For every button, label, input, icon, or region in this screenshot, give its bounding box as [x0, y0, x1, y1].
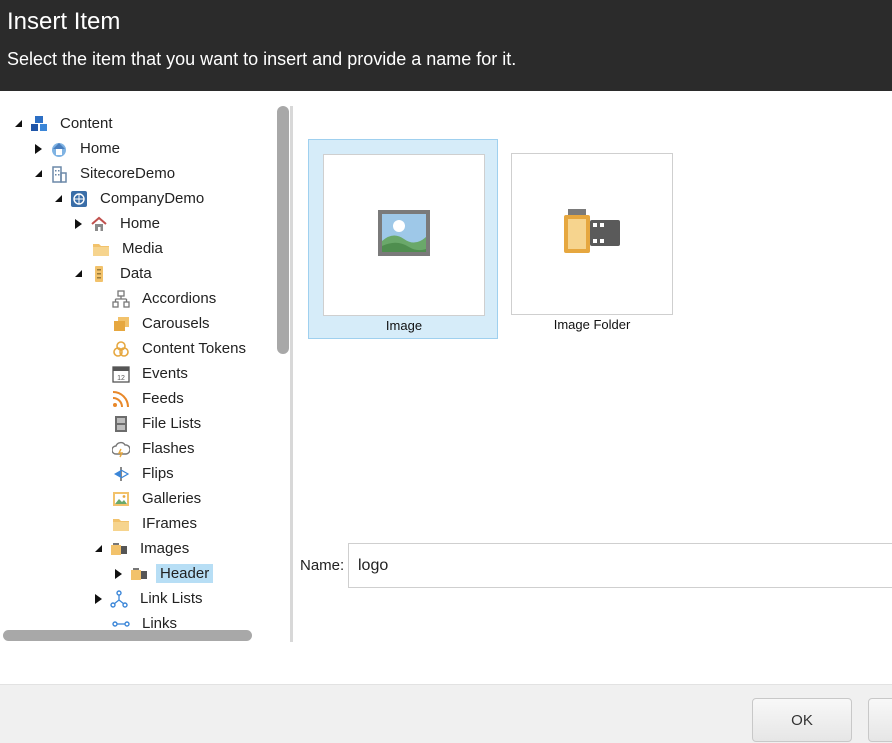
tree-item-accordions[interactable]: Accordions — [112, 286, 220, 311]
tree-item-label: Home — [120, 215, 161, 232]
dialog-title: Insert Item — [7, 8, 121, 35]
folder-icon — [92, 240, 110, 258]
tree-item-data[interactable]: Data — [72, 261, 156, 286]
tree-item-label: Home — [80, 140, 121, 157]
tree-item-label: Carousels — [142, 315, 210, 332]
tree-item-label: Feeds — [142, 390, 184, 407]
tree-item-label: Media — [122, 240, 163, 257]
tree-item-label: Images — [140, 540, 190, 557]
cancel-button[interactable] — [868, 698, 892, 742]
tree-horizontal-scrollbar[interactable] — [3, 630, 252, 641]
tree-item-label: SitecoreDemo — [80, 165, 176, 182]
tree-item-label: Flips — [142, 465, 174, 482]
tree-item-content[interactable]: Content — [12, 111, 117, 136]
expanded-arrow-icon[interactable] — [12, 118, 24, 130]
hierarchy-icon — [112, 289, 130, 308]
template-thumbnail — [511, 153, 673, 315]
template-label: Image Folder — [553, 317, 631, 332]
tree-item-home[interactable]: Home — [32, 136, 124, 161]
tree-item-home-sub[interactable]: Home — [72, 211, 164, 236]
tree-item-feeds[interactable]: Feeds — [112, 386, 188, 411]
tree-item-carousels[interactable]: Carousels — [112, 311, 214, 336]
image-icon — [377, 209, 431, 262]
tree-item-content-tokens[interactable]: Content Tokens — [112, 336, 250, 361]
tree-item-link-lists[interactable]: Link Lists — [92, 586, 207, 611]
tree-item-label: Flashes — [142, 440, 195, 457]
expanded-arrow-icon[interactable] — [52, 193, 64, 205]
home-icon — [50, 140, 68, 158]
expanded-arrow-icon[interactable] — [72, 268, 84, 280]
template-tile-image[interactable]: Image — [308, 139, 498, 339]
globe-icon — [70, 190, 88, 208]
rss-icon — [112, 390, 130, 408]
film-roll-icon — [562, 208, 622, 261]
tree-item-label: Header — [156, 564, 214, 583]
template-thumbnail — [323, 154, 485, 316]
collapsed-arrow-icon[interactable] — [92, 593, 104, 605]
tree-item-label: Data — [120, 265, 152, 282]
tree-item-label: Content Tokens — [142, 340, 246, 357]
collapsed-arrow-icon[interactable] — [32, 143, 44, 155]
content-icon — [30, 115, 48, 133]
template-tile-image-folder[interactable]: Image Folder — [497, 139, 687, 339]
network-icon — [110, 589, 128, 608]
tree-vertical-scrollbar[interactable] — [277, 106, 289, 354]
collapsed-arrow-icon[interactable] — [112, 568, 124, 580]
name-input[interactable] — [348, 543, 892, 588]
tree-item-sitecoredemo[interactable]: SitecoreDemo — [32, 161, 179, 186]
building-icon — [50, 165, 68, 183]
tree-item-label: File Lists — [142, 415, 202, 432]
dialog-header: Insert Item Select the item that you wan… — [0, 0, 892, 91]
tree-splitter[interactable] — [290, 106, 293, 642]
tree-item-label: Galleries — [142, 490, 202, 507]
flip-icon — [112, 465, 130, 483]
expanded-arrow-icon[interactable] — [32, 168, 44, 180]
tree-item-label: CompanyDemo — [100, 190, 205, 207]
tree-item-header[interactable]: Header — [112, 561, 214, 586]
dialog-subtitle: Select the item that you want to insert … — [7, 49, 517, 69]
tree-item-galleries[interactable]: Galleries — [112, 486, 205, 511]
file-cabinet-icon — [112, 415, 130, 433]
tree-item-label: Link Lists — [140, 590, 203, 607]
tokens-icon — [112, 340, 130, 358]
tree-item-flashes[interactable]: Flashes — [112, 436, 199, 461]
tree-item-file-lists[interactable]: File Lists — [112, 411, 205, 436]
svg-text:12: 12 — [117, 375, 125, 382]
tree-item-label: Accordions — [142, 290, 217, 307]
house-icon — [90, 215, 108, 233]
name-label: Name: — [300, 557, 345, 574]
tree-item-media[interactable]: Media — [92, 236, 167, 261]
tree-item-companydemo[interactable]: CompanyDemo — [52, 186, 208, 211]
tree-item-images[interactable]: Images — [92, 536, 193, 561]
calendar-icon: 12 — [112, 365, 130, 383]
tree-item-label: Events — [142, 365, 188, 382]
film-icon — [110, 540, 128, 558]
cloud-icon — [112, 440, 130, 458]
data-icon — [90, 265, 108, 283]
tree-item-label: Content — [60, 115, 113, 132]
tree-item-label: IFrames — [142, 515, 198, 532]
film-icon — [130, 565, 148, 583]
ok-button[interactable]: OK — [752, 698, 852, 742]
gallery-icon — [112, 490, 130, 508]
tree-item-events[interactable]: 12 Events — [112, 361, 192, 386]
tree-item-flips[interactable]: Flips — [112, 461, 178, 486]
tree-item-iframes[interactable]: IFrames — [112, 511, 201, 536]
expanded-arrow-icon[interactable] — [92, 543, 104, 555]
content-tree: Content Home SitecoreDemo CompanyDemo Ho… — [0, 100, 290, 645]
template-label: Image — [385, 318, 423, 333]
collapsed-arrow-icon[interactable] — [72, 218, 84, 230]
folder-icon — [112, 515, 130, 533]
carousel-icon — [112, 315, 130, 333]
